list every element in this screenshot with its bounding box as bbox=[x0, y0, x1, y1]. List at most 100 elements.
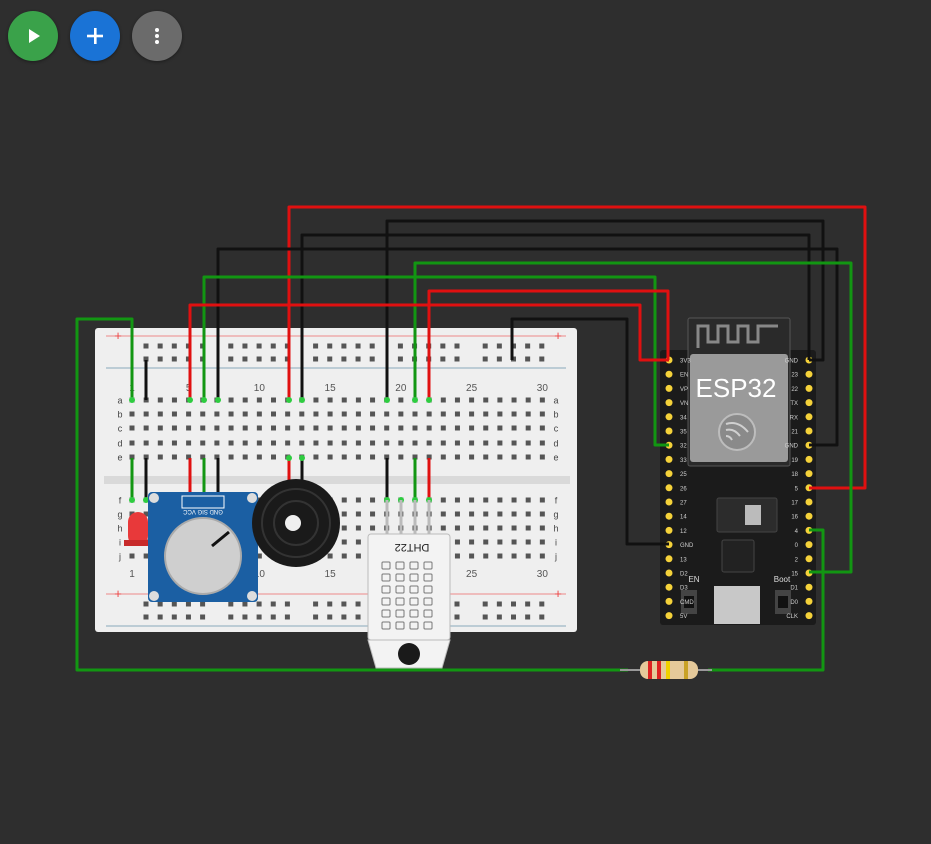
breadboard-hole[interactable] bbox=[313, 454, 319, 460]
rail-hole[interactable] bbox=[200, 614, 206, 620]
rail-hole[interactable] bbox=[256, 356, 262, 362]
rail-hole[interactable] bbox=[228, 601, 234, 607]
esp32-pin-left[interactable] bbox=[665, 384, 673, 392]
breadboard-hole[interactable] bbox=[440, 425, 446, 431]
breadboard-hole[interactable] bbox=[384, 440, 390, 446]
rail-hole[interactable] bbox=[157, 601, 163, 607]
breadboard-hole[interactable] bbox=[313, 397, 319, 403]
esp32-pin-right[interactable] bbox=[805, 384, 813, 392]
breadboard-hole[interactable] bbox=[469, 553, 475, 559]
rail-hole[interactable] bbox=[228, 343, 234, 349]
breadboard-hole[interactable] bbox=[525, 397, 531, 403]
rail-hole[interactable] bbox=[525, 614, 531, 620]
rail-hole[interactable] bbox=[482, 356, 488, 362]
breadboard-hole[interactable] bbox=[454, 525, 460, 531]
breadboard-hole[interactable] bbox=[483, 525, 489, 531]
breadboard-hole[interactable] bbox=[440, 497, 446, 503]
esp32-pin-right[interactable] bbox=[805, 498, 813, 506]
rail-hole[interactable] bbox=[143, 601, 149, 607]
breadboard-hole[interactable] bbox=[511, 411, 517, 417]
breadboard-hole[interactable] bbox=[285, 425, 291, 431]
breadboard-hole[interactable] bbox=[299, 440, 305, 446]
rail-hole[interactable] bbox=[525, 601, 531, 607]
breadboard-hole[interactable] bbox=[256, 411, 262, 417]
rail-hole[interactable] bbox=[341, 343, 347, 349]
esp32-pin-left[interactable] bbox=[665, 399, 673, 407]
breadboard-hole[interactable] bbox=[143, 440, 149, 446]
breadboard-hole[interactable] bbox=[129, 425, 135, 431]
breadboard-hole[interactable] bbox=[228, 440, 234, 446]
breadboard-hole[interactable] bbox=[539, 411, 545, 417]
rail-hole[interactable] bbox=[496, 614, 502, 620]
breadboard-hole[interactable] bbox=[511, 425, 517, 431]
breadboard-hole[interactable] bbox=[355, 539, 361, 545]
breadboard-hole[interactable] bbox=[355, 440, 361, 446]
breadboard-hole[interactable] bbox=[271, 397, 276, 403]
breadboard-hole[interactable] bbox=[157, 440, 163, 446]
breadboard-hole[interactable] bbox=[341, 440, 347, 446]
breadboard-hole[interactable] bbox=[440, 454, 446, 460]
breadboard-hole[interactable] bbox=[341, 539, 347, 545]
rail-hole[interactable] bbox=[525, 356, 531, 362]
breadboard-hole[interactable] bbox=[370, 525, 376, 531]
breadboard-hole[interactable] bbox=[511, 440, 517, 446]
breadboard-hole[interactable] bbox=[171, 397, 177, 403]
breadboard-hole[interactable] bbox=[525, 497, 531, 503]
rail-hole[interactable] bbox=[284, 601, 290, 607]
breadboard-hole[interactable] bbox=[525, 511, 531, 517]
breadboard-hole[interactable] bbox=[525, 539, 531, 545]
rail-hole[interactable] bbox=[185, 601, 191, 607]
breadboard-hole[interactable] bbox=[327, 553, 333, 559]
rail-hole[interactable] bbox=[242, 356, 248, 362]
esp32-pin-right[interactable] bbox=[805, 555, 813, 563]
rail-hole[interactable] bbox=[327, 614, 333, 620]
breadboard-hole[interactable] bbox=[313, 440, 319, 446]
rail-hole[interactable] bbox=[454, 356, 460, 362]
breadboard-hole[interactable] bbox=[511, 454, 517, 460]
wire-endpoint[interactable] bbox=[384, 397, 390, 403]
breadboard-hole[interactable] bbox=[285, 440, 291, 446]
esp32-board[interactable]: ESP32 EN Boot 3V3 EN VP VN 34 35 32 33 25 26 27 14 1… bbox=[660, 317, 816, 625]
rail-hole[interactable] bbox=[496, 601, 502, 607]
breadboard-hole[interactable] bbox=[525, 454, 531, 460]
esp32-pin-left[interactable] bbox=[665, 512, 673, 520]
breadboard-hole[interactable] bbox=[539, 397, 545, 403]
wire-endpoint[interactable] bbox=[215, 397, 221, 403]
rail-hole[interactable] bbox=[397, 343, 403, 349]
rail-hole[interactable] bbox=[341, 356, 347, 362]
breadboard-hole[interactable] bbox=[454, 497, 460, 503]
breadboard-hole[interactable] bbox=[483, 454, 489, 460]
breadboard-hole[interactable] bbox=[426, 411, 432, 417]
breadboard-hole[interactable] bbox=[497, 440, 503, 446]
breadboard-hole[interactable] bbox=[256, 440, 262, 446]
breadboard-hole[interactable] bbox=[327, 411, 333, 417]
rail-hole[interactable] bbox=[143, 343, 149, 349]
breadboard-hole[interactable] bbox=[511, 511, 517, 517]
breadboard-hole[interactable] bbox=[256, 397, 262, 403]
breadboard-hole[interactable] bbox=[539, 425, 545, 431]
breadboard-hole[interactable] bbox=[398, 425, 404, 431]
breadboard-hole[interactable] bbox=[511, 525, 517, 531]
esp32-pin-left[interactable] bbox=[665, 484, 673, 492]
rail-hole[interactable] bbox=[454, 614, 460, 620]
breadboard-hole[interactable] bbox=[497, 497, 503, 503]
breadboard-hole[interactable] bbox=[157, 411, 163, 417]
rail-hole[interactable] bbox=[539, 601, 545, 607]
breadboard-hole[interactable] bbox=[143, 425, 149, 431]
breadboard-hole[interactable] bbox=[497, 553, 503, 559]
breadboard-hole[interactable] bbox=[355, 425, 361, 431]
esp32-pin-right[interactable] bbox=[805, 370, 813, 378]
breadboard-hole[interactable] bbox=[242, 411, 248, 417]
rail-hole[interactable] bbox=[539, 356, 545, 362]
breadboard-hole[interactable] bbox=[214, 440, 220, 446]
breadboard-hole[interactable] bbox=[454, 425, 460, 431]
rail-hole[interactable] bbox=[143, 614, 149, 620]
breadboard-hole[interactable] bbox=[384, 411, 390, 417]
breadboard-hole[interactable] bbox=[370, 511, 376, 517]
breadboard-hole[interactable] bbox=[370, 440, 376, 446]
breadboard-hole[interactable] bbox=[412, 425, 418, 431]
breadboard-hole[interactable] bbox=[483, 511, 489, 517]
wire-endpoint[interactable] bbox=[129, 497, 135, 503]
breadboard-hole[interactable] bbox=[525, 411, 531, 417]
breadboard-hole[interactable] bbox=[539, 440, 545, 446]
